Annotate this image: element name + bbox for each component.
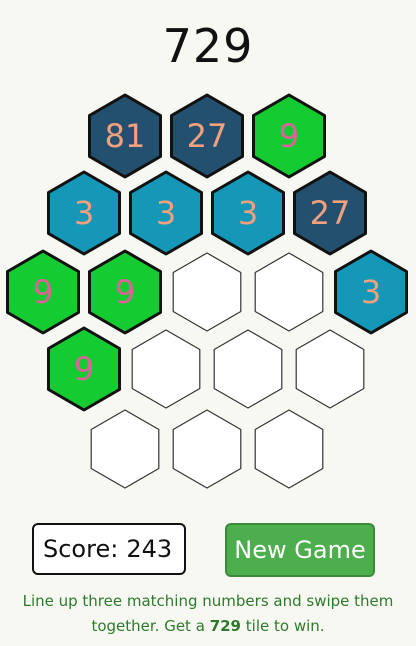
tile-value: 9	[74, 350, 94, 388]
hex-tile[interactable]: 27	[170, 93, 244, 179]
instructions-after: tile to win.	[245, 617, 325, 635]
tile-value: 81	[105, 117, 146, 155]
tile-value: 9	[115, 273, 135, 311]
score-label: Score:	[43, 535, 119, 563]
empty-cell[interactable]	[254, 252, 324, 332]
hex-tile[interactable]: 9	[6, 249, 80, 335]
score-value: 243	[126, 535, 173, 563]
hex-shape	[254, 252, 324, 332]
hex-shape	[213, 329, 283, 409]
empty-cell[interactable]	[90, 409, 160, 489]
tile-value: 3	[156, 194, 176, 232]
empty-cell[interactable]	[254, 409, 324, 489]
hex-shape	[295, 329, 365, 409]
tile-value: 9	[279, 117, 299, 155]
hex-tile[interactable]: 3	[334, 249, 408, 335]
empty-cell[interactable]	[213, 329, 283, 409]
hex-tile[interactable]: 3	[211, 170, 285, 256]
empty-cell[interactable]	[172, 409, 242, 489]
hex-tile[interactable]: 81	[88, 93, 162, 179]
empty-cell[interactable]	[295, 329, 365, 409]
hex-board[interactable]: 81 27 9 3 3 3 27 9 9 3 9	[0, 0, 416, 520]
instructions-target: 729	[209, 617, 241, 635]
tile-value: 3	[361, 273, 381, 311]
tile-value: 3	[74, 194, 94, 232]
new-game-button[interactable]: New Game	[225, 523, 375, 577]
hex-shape	[172, 252, 242, 332]
empty-cell[interactable]	[172, 252, 242, 332]
hex-shape	[254, 409, 324, 489]
instructions-text: Line up three matching numbers and swipe…	[12, 589, 404, 639]
hex-tile[interactable]: 9	[88, 249, 162, 335]
hex-shape	[131, 329, 201, 409]
hex-tile[interactable]: 9	[252, 93, 326, 179]
hex-shape	[90, 409, 160, 489]
tile-value: 9	[33, 273, 53, 311]
tile-value: 27	[310, 194, 351, 232]
score-display: Score: 243	[32, 523, 186, 575]
empty-cell[interactable]	[131, 329, 201, 409]
hex-tile[interactable]: 3	[47, 170, 121, 256]
hex-shape	[172, 409, 242, 489]
hex-tile[interactable]: 27	[293, 170, 367, 256]
instructions-before: Line up three matching numbers and swipe…	[22, 592, 394, 635]
hex-tile[interactable]: 3	[129, 170, 203, 256]
tile-value: 27	[187, 117, 228, 155]
tile-value: 3	[238, 194, 258, 232]
hex-tile[interactable]: 9	[47, 326, 121, 412]
